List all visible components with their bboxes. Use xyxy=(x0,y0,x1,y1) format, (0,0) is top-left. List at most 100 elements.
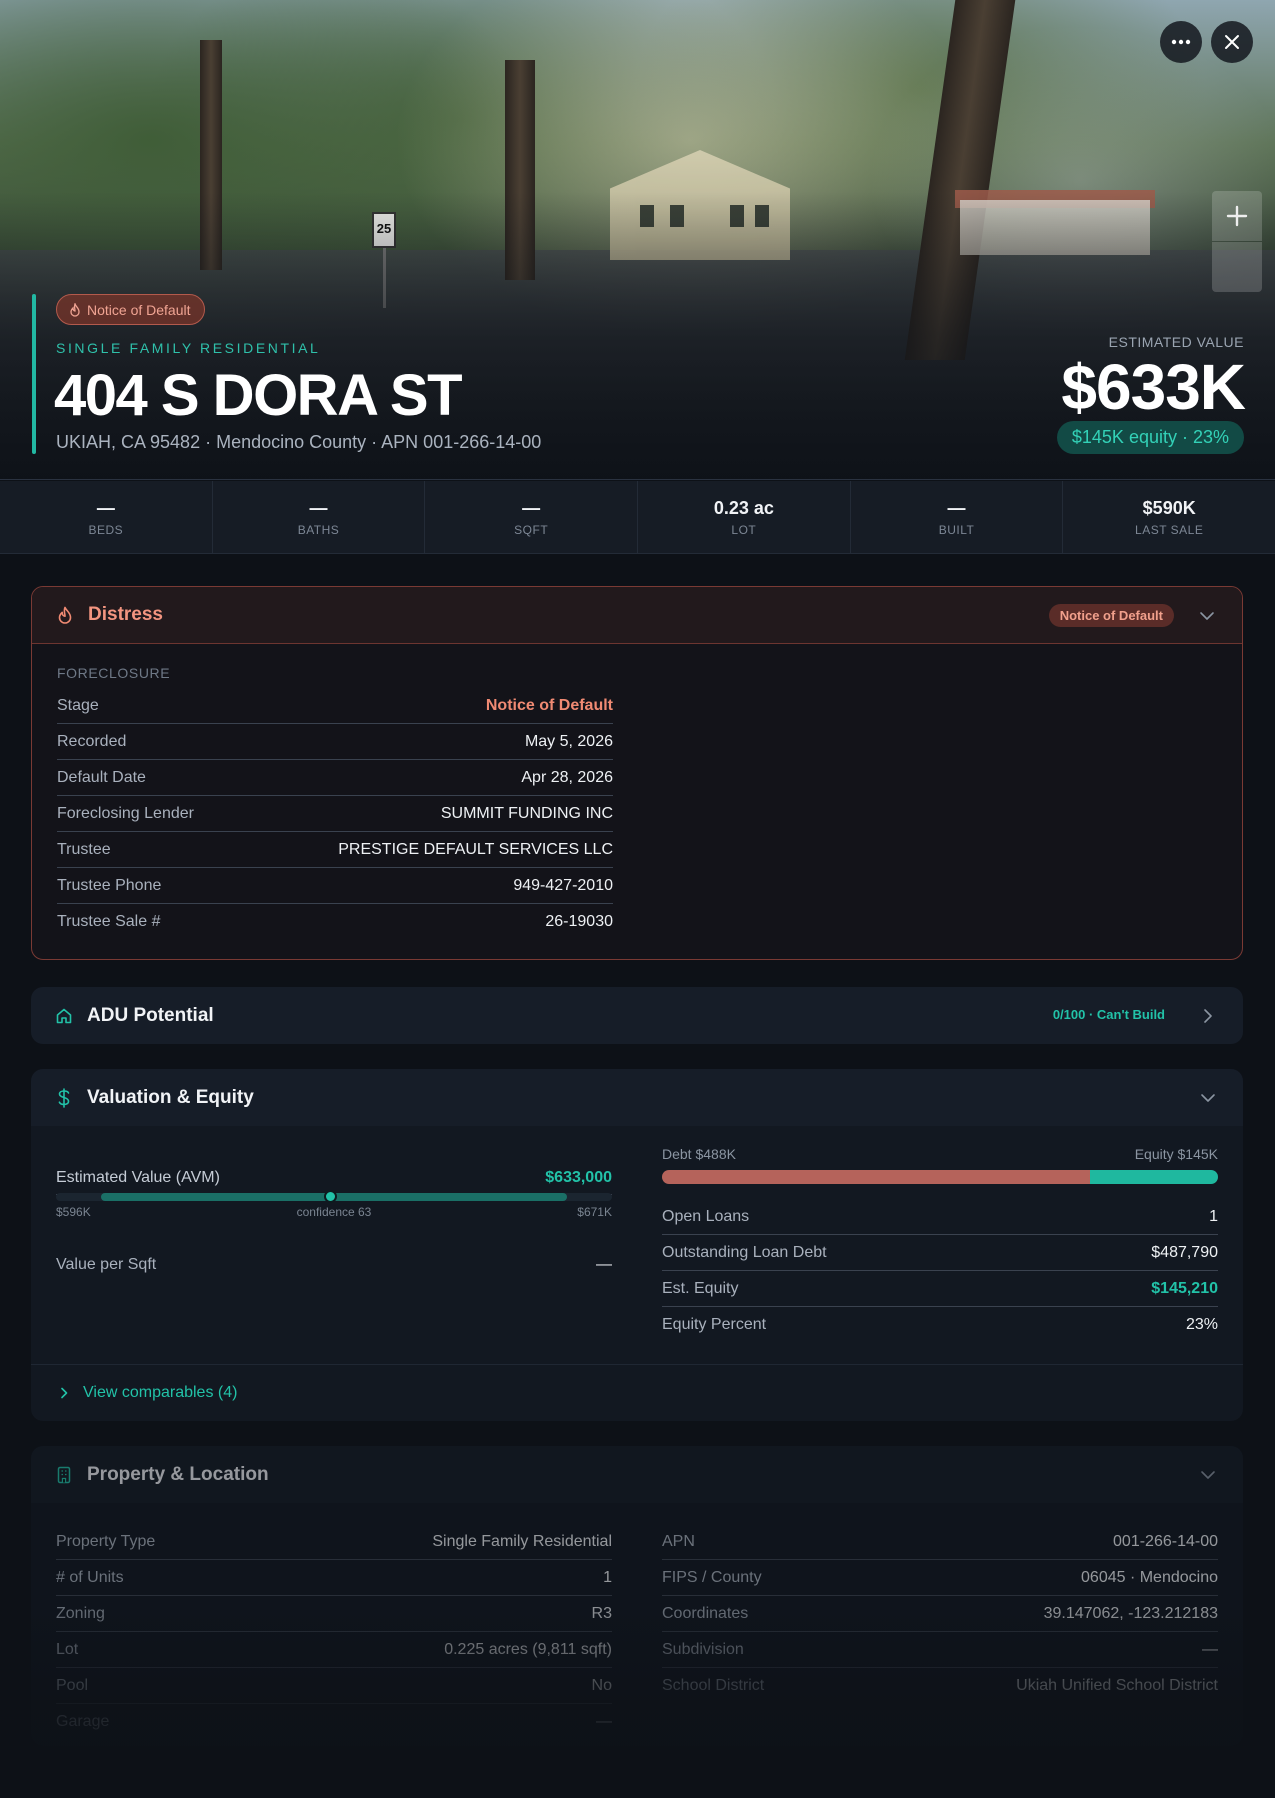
detail-row: Garage — xyxy=(56,1704,612,1740)
estimated-value: $633K xyxy=(1061,351,1246,423)
chevron-down-icon[interactable] xyxy=(1198,607,1216,625)
detail-row: # of Units 1 xyxy=(56,1560,612,1596)
detail-value: No xyxy=(591,1676,612,1694)
avm-range-labels: $596K confidence 63 $671K xyxy=(56,1205,612,1219)
confidence-label: confidence 63 xyxy=(296,1205,372,1219)
property-type: SINGLE FAMILY RESIDENTIAL xyxy=(56,340,321,356)
stat-value: — xyxy=(96,497,115,518)
detail-row: Trustee Phone 949-427-2010 xyxy=(57,868,613,904)
stat-lot: 0.23 ac LOT xyxy=(638,481,851,553)
detail-value: Ukiah Unified School District xyxy=(1016,1677,1218,1694)
detail-row: Trustee Sale # 26-19030 xyxy=(57,904,613,940)
detail-label: Stage xyxy=(57,696,99,714)
detail-value: 001-266-14-00 xyxy=(1113,1532,1218,1550)
detail-label: Pool xyxy=(56,1676,89,1694)
property-details-right: APN 001-266-14-00 FIPS / County 06045 · Me… xyxy=(662,1524,1218,1704)
detail-value: Single Family Residential xyxy=(432,1532,612,1550)
avm-range-track xyxy=(56,1190,612,1203)
detail-value: 23% xyxy=(1185,1316,1218,1333)
range-low: $596K xyxy=(56,1205,91,1219)
loan-details: Open Loans 1 Outstanding Loan Debt $487,… xyxy=(662,1199,1218,1343)
detail-row: Lot 0.225 acres (9,811 sqft) xyxy=(56,1632,612,1668)
detail-row: Trustee PRESTIGE DEFAULT SERVICES LLC xyxy=(57,832,613,868)
chevron-down-icon[interactable] xyxy=(1199,1089,1217,1107)
detail-row: FIPS / County 06045 · Mendocino xyxy=(662,1560,1218,1596)
stat-built: — BUILT xyxy=(851,481,1064,553)
detail-row: Default Date Apr 28, 2026 xyxy=(57,760,613,796)
property-sub-address: UKIAH, CA 95482 · Mendocino County · APN… xyxy=(56,432,542,452)
avm-value-marker xyxy=(324,1190,338,1203)
detail-label: Outstanding Loan Debt xyxy=(662,1243,827,1261)
home-icon xyxy=(55,1007,73,1025)
zoom-in-button[interactable] xyxy=(1212,191,1262,241)
distress-badge-label: Notice of Default xyxy=(87,301,191,318)
detail-row: Subdivision — xyxy=(662,1632,1218,1668)
property-header[interactable]: Property & Location xyxy=(31,1446,1243,1503)
chevron-right-icon xyxy=(61,1387,68,1399)
stat-value: — xyxy=(522,497,541,518)
detail-row: Zoning R3 xyxy=(56,1596,612,1632)
valuation-header[interactable]: Valuation & Equity xyxy=(31,1069,1243,1126)
stat-label: SQFT xyxy=(514,522,549,537)
detail-row: Outstanding Loan Debt $487,790 xyxy=(662,1235,1218,1271)
detail-label: Default Date xyxy=(57,768,146,786)
close-button[interactable] xyxy=(1211,21,1253,63)
chevron-right-icon[interactable] xyxy=(1199,1007,1217,1025)
flame-icon xyxy=(70,302,80,317)
detail-value: 0.225 acres (9,811 sqft) xyxy=(444,1640,612,1658)
adu-title: ADU Potential xyxy=(87,1004,214,1026)
detail-row: Foreclosing Lender SUMMIT FUNDING INC xyxy=(57,796,613,832)
plus-icon xyxy=(1226,205,1248,227)
more-icon xyxy=(1171,39,1191,45)
avm-label: Estimated Value (AVM) xyxy=(56,1168,220,1186)
detail-label: Open Loans xyxy=(662,1207,750,1225)
debt-label: Debt $488K xyxy=(662,1146,736,1162)
property-stats: — BEDS — BATHS — SQFT 0.23 ac LOT — BUIL… xyxy=(0,481,1275,554)
debt-segment xyxy=(662,1170,1091,1184)
adu-potential-card[interactable]: ADU Potential 0/100 · Can't Build xyxy=(31,987,1243,1044)
detail-value: SUMMIT FUNDING INC xyxy=(440,804,613,822)
detail-label: Zoning xyxy=(56,1604,105,1622)
detail-row: Pool No xyxy=(56,1668,612,1704)
detail-value: 1 xyxy=(603,1568,612,1586)
stat-value: 0.23 ac xyxy=(713,497,774,518)
distress-title: Distress xyxy=(88,604,163,625)
range-high: $671K xyxy=(577,1205,612,1219)
detail-label: APN xyxy=(662,1532,695,1550)
detail-value: $145,210 xyxy=(1151,1279,1218,1297)
property-location-card: Property & Location Property Type Single … xyxy=(31,1446,1243,1746)
stat-value: — xyxy=(947,497,966,518)
stat-label: BUILT xyxy=(938,522,975,537)
dollar-icon xyxy=(55,1087,73,1108)
view-comparables-link[interactable]: View comparables (4) xyxy=(31,1364,1243,1421)
zoom-out-button[interactable] xyxy=(1212,242,1262,292)
value-per-sqft-row: Value per Sqft — xyxy=(56,1247,612,1283)
detail-label: Subdivision xyxy=(662,1640,744,1658)
detail-row: Stage Notice of Default xyxy=(57,688,613,724)
street-view-image[interactable]: 25 Notice of Default SINGLE FAMILY RESID… xyxy=(0,0,1275,480)
foreclosure-details: Stage Notice of Default Recorded May 5, … xyxy=(57,688,613,940)
more-options-button[interactable] xyxy=(1160,21,1202,63)
avm-row: Estimated Value (AVM) $633,000 xyxy=(56,1161,612,1195)
distress-header[interactable]: Distress Notice of Default xyxy=(32,587,1242,644)
detail-label: Garage xyxy=(56,1713,110,1730)
chevron-down-icon[interactable] xyxy=(1199,1466,1217,1484)
detail-label: Coordinates xyxy=(662,1604,749,1622)
detail-value: Apr 28, 2026 xyxy=(521,768,613,786)
detail-label: FIPS / County xyxy=(662,1568,762,1586)
equity-label: Equity $145K xyxy=(1134,1146,1218,1162)
detail-value: 06045 · Mendocino xyxy=(1081,1568,1218,1586)
flame-icon xyxy=(56,606,74,624)
property-details-left: Property Type Single Family Residential #… xyxy=(56,1524,612,1740)
detail-row: Open Loans 1 xyxy=(662,1199,1218,1235)
stat-value: $590K xyxy=(1142,497,1196,518)
detail-row: Equity Percent 23% xyxy=(662,1307,1218,1343)
stat-baths: — BATHS xyxy=(213,481,426,553)
adu-header[interactable]: ADU Potential 0/100 · Can't Build xyxy=(31,987,1243,1044)
detail-row: Recorded May 5, 2026 xyxy=(57,724,613,760)
stat-label: BATHS xyxy=(297,522,340,537)
detail-label: School District xyxy=(662,1677,765,1694)
equity-segment xyxy=(1090,1170,1218,1184)
detail-value: PRESTIGE DEFAULT SERVICES LLC xyxy=(338,840,613,858)
stat-label: LAST SALE xyxy=(1135,522,1204,537)
